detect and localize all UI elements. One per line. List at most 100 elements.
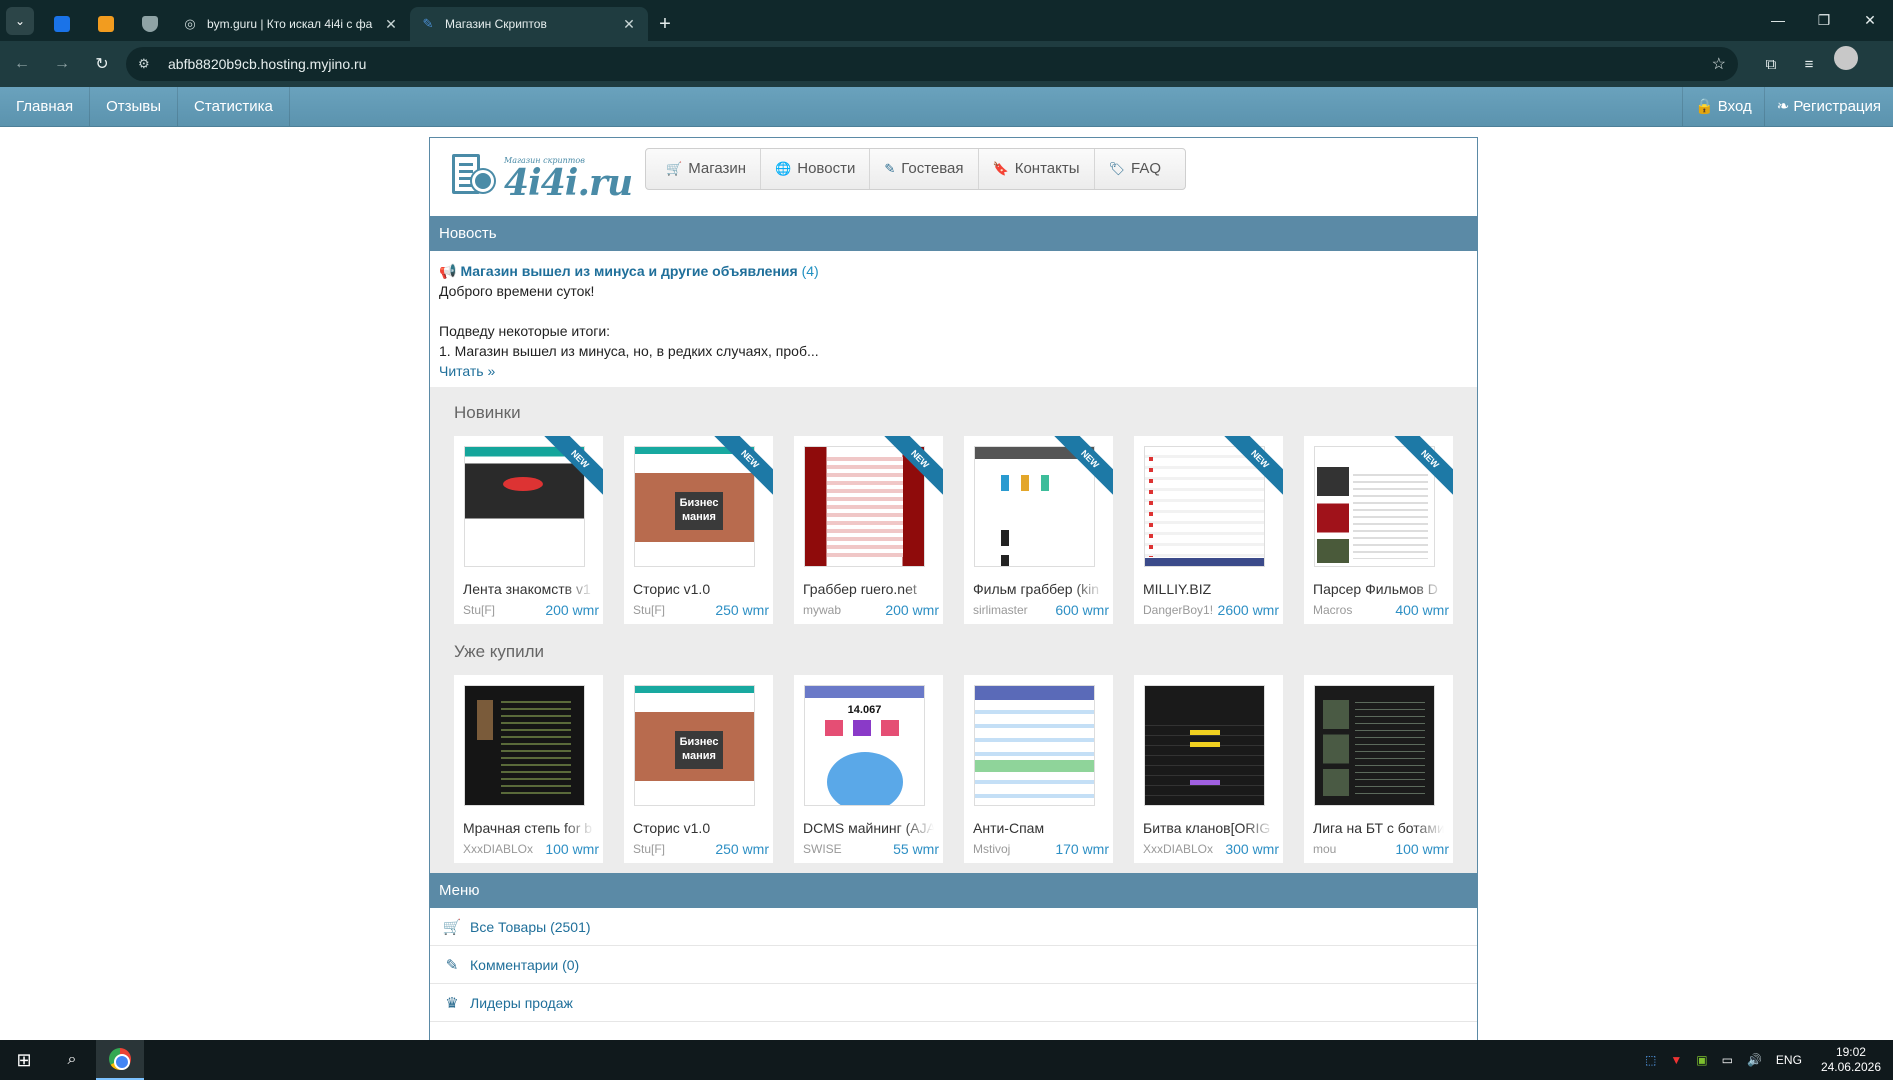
- url-text[interactable]: abfb8820b9cb.hosting.myjino.ru: [168, 56, 1712, 72]
- news-headline-link[interactable]: 📢 Магазин вышел из минуса и другие объявл…: [439, 263, 798, 279]
- menu-guestbook[interactable]: ✎ Гостевая: [870, 149, 979, 189]
- tab-search-button[interactable]: ⌄: [6, 7, 34, 35]
- product-name[interactable]: Парсер Фильмов D: [1313, 581, 1444, 597]
- product-name[interactable]: Фильм граббер (kin: [973, 581, 1104, 597]
- product-card[interactable]: NEW Парсер Фильмов D Macros 400 wmr: [1304, 436, 1453, 624]
- menu-item-sales-leaders[interactable]: ♛ Лидеры продаж: [430, 984, 1477, 1022]
- product-author[interactable]: mou: [1313, 842, 1383, 856]
- nav-reviews[interactable]: Отзывы: [90, 87, 179, 126]
- product-card[interactable]: Бизнес мания Сторис v1.0 Stu[F] 250 wmr: [624, 675, 773, 863]
- product-author[interactable]: SWISE: [803, 842, 873, 856]
- product-thumbnail[interactable]: [974, 446, 1095, 567]
- product-author[interactable]: Stu[F]: [633, 603, 703, 617]
- product-author[interactable]: XxxDIABLOxx: [463, 842, 533, 856]
- product-name[interactable]: Лента знакомств v1: [463, 581, 594, 597]
- product-thumbnail[interactable]: [464, 685, 585, 806]
- product-name[interactable]: Анти-Спам: [973, 820, 1104, 836]
- news-comment-count[interactable]: (4): [802, 263, 819, 279]
- product-card[interactable]: NEW MILLIY.BIZ DangerBoy1! 2600 wmr: [1134, 436, 1283, 624]
- product-author[interactable]: DangerBoy1!: [1143, 603, 1213, 617]
- product-author[interactable]: XxxDIABLOxx: [1143, 842, 1213, 856]
- product-thumbnail[interactable]: Бизнес мания: [634, 446, 755, 567]
- nav-stats[interactable]: Статистика: [178, 87, 290, 126]
- back-icon[interactable]: ←: [4, 46, 40, 82]
- close-window-icon[interactable]: ✕: [1847, 0, 1893, 40]
- product-author[interactable]: Mstivoj: [973, 842, 1043, 856]
- menu-contacts[interactable]: 🔖 Контакты: [979, 149, 1095, 189]
- menu-shop[interactable]: 🛒 Магазин: [652, 149, 762, 189]
- product-card[interactable]: NEW Лента знакомств v1 Stu[F] 200 wmr: [454, 436, 603, 624]
- antivirus-icon[interactable]: ▼: [1663, 1053, 1689, 1067]
- new-tab-button[interactable]: +: [648, 7, 682, 41]
- product-card[interactable]: Битва кланов[ORIG XxxDIABLOxx 300 wmr: [1134, 675, 1283, 863]
- product-name[interactable]: Граббер ruero.net: [803, 581, 934, 597]
- product-name[interactable]: MILLIY.BIZ: [1143, 581, 1274, 597]
- language-indicator[interactable]: ENG: [1769, 1053, 1809, 1067]
- product-thumbnail[interactable]: [974, 685, 1095, 806]
- nvidia-icon[interactable]: ▣: [1689, 1053, 1714, 1067]
- login-link[interactable]: 🔒 Вход: [1682, 87, 1764, 126]
- pinned-tab-shield[interactable]: [128, 7, 172, 41]
- extensions-icon[interactable]: ⧉: [1752, 46, 1790, 82]
- product-name[interactable]: DCMS майнинг (AJA: [803, 820, 934, 836]
- register-link[interactable]: ❧ Регистрация: [1763, 87, 1893, 126]
- product-card[interactable]: Мрачная степь for b XxxDIABLOxx 100 wmr: [454, 675, 603, 863]
- reload-icon[interactable]: ↻: [84, 46, 120, 82]
- product-name[interactable]: Битва кланов[ORIG: [1143, 820, 1274, 836]
- media-controls-icon[interactable]: ≡: [1790, 46, 1828, 82]
- product-thumbnail[interactable]: [804, 446, 925, 567]
- network-icon[interactable]: ▭: [1715, 1053, 1740, 1067]
- product-name[interactable]: Лига на БТ с ботами: [1313, 820, 1444, 836]
- product-name[interactable]: Мрачная степь for b: [463, 820, 594, 836]
- product-card[interactable]: NEW Фильм граббер (kin sirlimaster 600 w…: [964, 436, 1113, 624]
- profile-avatar[interactable]: [1834, 46, 1858, 70]
- news-header: Новость: [430, 216, 1477, 251]
- address-bar[interactable]: ⚙ abfb8820b9cb.hosting.myjino.ru ☆: [126, 47, 1738, 81]
- site-logo[interactable]: Магазин скриптов 4i4i.ru: [452, 152, 633, 204]
- product-name[interactable]: Сторис v1.0: [633, 581, 764, 597]
- product-author[interactable]: Stu[F]: [463, 603, 533, 617]
- close-tab-icon[interactable]: ✕: [382, 16, 400, 33]
- close-tab-icon[interactable]: ✕: [620, 16, 638, 33]
- product-card[interactable]: NEW Граббер ruero.net mywab 200 wmr: [794, 436, 943, 624]
- nav-home[interactable]: Главная: [0, 87, 91, 126]
- product-name[interactable]: Сторис v1.0: [633, 820, 764, 836]
- pinned-tab-mail[interactable]: [84, 7, 128, 41]
- tab-shop-scripts[interactable]: ✎ Магазин Скриптов ✕: [410, 7, 648, 41]
- product-card[interactable]: Бизнес мания NEW Сторис v1.0 Stu[F] 250 …: [624, 436, 773, 624]
- product-thumbnail[interactable]: [1314, 446, 1435, 567]
- windows-start-icon[interactable]: ⊞: [0, 1040, 48, 1080]
- product-thumbnail[interactable]: [1144, 446, 1265, 567]
- product-thumbnail[interactable]: [464, 446, 585, 567]
- menu-item-all-products[interactable]: 🛒 Все Товары (2501): [430, 908, 1477, 946]
- product-author[interactable]: sirlimaster: [973, 603, 1043, 617]
- product-author[interactable]: mywab: [803, 603, 873, 617]
- search-icon[interactable]: ⌕: [48, 1040, 96, 1080]
- product-thumbnail[interactable]: [1314, 685, 1435, 806]
- read-more-link[interactable]: Читать »: [439, 363, 495, 379]
- clock[interactable]: 19:02 24.06.2026: [1809, 1045, 1893, 1075]
- product-card[interactable]: 14.067 DCMS майнинг (AJA SWISE 55 wmr: [794, 675, 943, 863]
- bookmark-star-icon[interactable]: ☆: [1712, 54, 1726, 74]
- product-card[interactable]: Лига на БТ с ботами mou 100 wmr: [1304, 675, 1453, 863]
- product-author[interactable]: Stu[F]: [633, 842, 703, 856]
- product-thumbnail[interactable]: [1144, 685, 1265, 806]
- restore-icon[interactable]: ❐: [1801, 0, 1847, 40]
- menu-news[interactable]: 🌐 Новости: [761, 149, 871, 189]
- menu-faq[interactable]: 🏷 FAQ: [1095, 149, 1176, 189]
- toolbar-actions: ⧉ ≡: [1752, 46, 1858, 82]
- forward-icon[interactable]: →: [44, 46, 80, 82]
- snip-icon[interactable]: ⬚: [1638, 1053, 1663, 1067]
- product-thumbnail[interactable]: Бизнес мания: [634, 685, 755, 806]
- product-thumbnail[interactable]: 14.067: [804, 685, 925, 806]
- minimize-icon[interactable]: —: [1755, 0, 1801, 40]
- menu-faq-label: FAQ: [1131, 160, 1162, 177]
- chrome-icon[interactable]: [96, 1040, 144, 1080]
- menu-item-comments[interactable]: ✎ Комментарии (0): [430, 946, 1477, 984]
- product-author[interactable]: Macros: [1313, 603, 1383, 617]
- volume-icon[interactable]: 🔊: [1740, 1053, 1769, 1067]
- product-card[interactable]: Анти-Спам Mstivoj 170 wmr: [964, 675, 1113, 863]
- pinned-tab-messages[interactable]: [40, 7, 84, 41]
- site-settings-icon[interactable]: ⚙: [138, 56, 156, 72]
- tab-bym-guru[interactable]: ◎ bym.guru | Кто искал 4i4i с фа ✕: [172, 7, 410, 41]
